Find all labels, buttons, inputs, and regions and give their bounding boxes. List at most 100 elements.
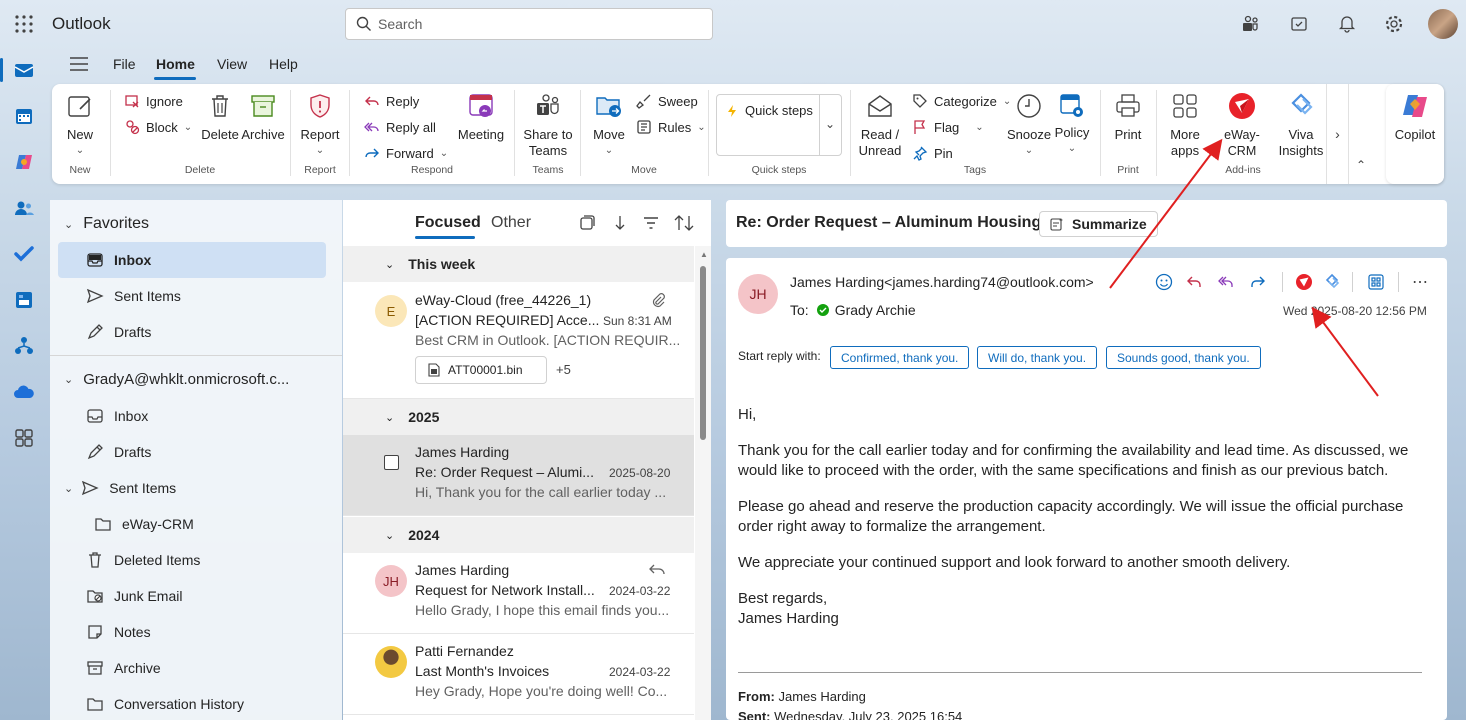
folder-drafts[interactable]: Drafts xyxy=(50,434,342,470)
tab-help[interactable]: Help xyxy=(269,56,298,72)
rules-button[interactable]: Rules ⌄ xyxy=(636,119,706,135)
folder-eway-crm[interactable]: eWay-CRM xyxy=(50,506,342,542)
copilot-button[interactable]: Copilot xyxy=(1386,84,1444,184)
list-item-selected[interactable]: James Harding Re: Order Request – Alumi.… xyxy=(343,435,694,516)
list-item[interactable]: Patti Fernandez Last Month's Invoices 20… xyxy=(343,634,694,715)
list-item[interactable]: JH James Harding Request for Network Ins… xyxy=(343,553,694,634)
tab-file[interactable]: File xyxy=(113,56,136,72)
viva-insights-button[interactable]: Viva Insights xyxy=(1278,92,1324,159)
new-button[interactable]: New ⌄ xyxy=(62,92,98,159)
folder-archive[interactable]: Archive xyxy=(50,650,342,686)
ribbon-scroll-right-chevron-icon[interactable]: › xyxy=(1326,84,1348,184)
folder-favorites-inbox[interactable]: Inbox xyxy=(58,242,326,278)
scroll-up-arrow-icon[interactable]: ▲ xyxy=(700,250,708,259)
hamburger-menu-icon[interactable] xyxy=(70,57,88,71)
quick-reply-sounds-good[interactable]: Sounds good, thank you. xyxy=(1106,346,1261,369)
summarize-button[interactable]: Summarize xyxy=(1039,211,1158,237)
move-button[interactable]: Move ⌄ xyxy=(590,92,628,159)
forward-button[interactable]: Forward ⌄ xyxy=(364,145,448,161)
folder-conversation-history[interactable]: Conversation History xyxy=(50,686,342,720)
reply-all-button[interactable]: Reply all xyxy=(364,119,436,135)
copilot-rail-icon[interactable] xyxy=(8,146,40,178)
folder-deleted-items[interactable]: Deleted Items xyxy=(50,542,342,578)
folder-inbox[interactable]: Inbox xyxy=(50,398,342,434)
more-options-ellipsis-icon[interactable]: ⋯ xyxy=(1410,272,1430,292)
chevron-down-icon[interactable]: ⌄ xyxy=(825,117,835,131)
search-box[interactable]: Search xyxy=(345,8,713,40)
sender-address[interactable]: James Harding<james.harding74@outlook.co… xyxy=(790,274,1094,290)
bell-icon[interactable] xyxy=(1337,13,1357,33)
calendar-icon[interactable] xyxy=(8,100,40,132)
eway-crm-button[interactable]: eWay-CRM xyxy=(1210,92,1274,159)
collapse-ribbon-chevron-up-icon[interactable]: ⌃ xyxy=(1356,158,1366,172)
reply-all-icon[interactable] xyxy=(1216,272,1236,292)
teams-icon[interactable] xyxy=(1240,14,1260,34)
list-section-header[interactable]: ⌄ 2025 xyxy=(343,399,694,435)
emoji-react-icon[interactable] xyxy=(1154,272,1174,292)
policy-button[interactable]: Policy ⌄ xyxy=(1052,92,1092,157)
categorize-button[interactable]: Categorize ⌄ xyxy=(912,93,1011,109)
eway-crm-icon[interactable] xyxy=(1294,272,1314,292)
viva-insights-icon[interactable] xyxy=(1322,272,1342,292)
settings-gear-icon[interactable] xyxy=(1384,14,1404,34)
snooze-button[interactable]: Snooze ⌄ xyxy=(1007,92,1051,159)
mail-icon[interactable] xyxy=(8,54,40,86)
print-button[interactable]: Print xyxy=(1108,92,1148,143)
apps-grid-icon[interactable] xyxy=(1366,272,1386,292)
folder-sent-items[interactable]: ⌄ Sent Items xyxy=(50,470,342,506)
tab-focused[interactable]: Focused xyxy=(415,214,481,232)
sender-avatar[interactable]: JH xyxy=(738,274,778,314)
todo-check-icon[interactable] xyxy=(8,238,40,270)
people-icon[interactable] xyxy=(8,192,40,224)
more-attachments-count[interactable]: +5 xyxy=(556,362,571,377)
list-section-header[interactable]: ⌄ This week xyxy=(343,246,694,282)
quick-steps-gallery[interactable]: Quick steps ⌄ xyxy=(716,94,842,156)
meeting-button[interactable]: Meeting xyxy=(456,92,506,143)
user-avatar[interactable] xyxy=(1428,9,1458,39)
folder-junk-email[interactable]: Junk Email xyxy=(50,578,342,614)
delete-button[interactable]: Delete xyxy=(201,92,239,143)
list-item[interactable]: E eWay-Cloud (free_44226_1) [ACTION REQU… xyxy=(343,282,694,399)
jump-to-icon[interactable] xyxy=(611,214,627,232)
sort-icon[interactable] xyxy=(674,214,694,232)
forward-icon[interactable] xyxy=(1248,272,1268,292)
chevron-down-icon[interactable]: ⌄ xyxy=(64,482,73,495)
block-button[interactable]: Block ⌄ xyxy=(124,119,192,135)
report-button[interactable]: Report ⌄ xyxy=(300,92,340,159)
sweep-button[interactable]: Sweep xyxy=(636,93,698,109)
org-explorer-icon[interactable] xyxy=(8,330,40,362)
ignore-button[interactable]: Ignore xyxy=(124,93,183,109)
more-apps-button[interactable]: More apps xyxy=(1164,92,1206,159)
quick-steps-item[interactable]: Quick steps xyxy=(725,103,813,118)
app-launcher-icon[interactable] xyxy=(14,14,34,34)
flag-button[interactable]: Flag ⌄ xyxy=(912,119,984,135)
read-unread-button[interactable]: Read / Unread xyxy=(858,92,902,159)
recipient-name[interactable]: Grady Archie xyxy=(835,302,916,318)
filter-icon[interactable] xyxy=(643,215,659,231)
list-section-header[interactable]: ⌄ 2024 xyxy=(343,517,694,553)
folder-notes[interactable]: Notes xyxy=(50,614,342,650)
attachment-chip[interactable]: ATT00001.bin xyxy=(415,356,547,384)
tab-home[interactable]: Home xyxy=(156,56,195,72)
favorites-header[interactable]: ⌄ Favorites xyxy=(50,206,342,242)
notes-edit-icon[interactable] xyxy=(1289,14,1309,34)
share-to-teams-button[interactable]: Share to Teams xyxy=(522,92,574,159)
pin-button[interactable]: Pin xyxy=(912,145,953,161)
quick-reply-will-do[interactable]: Will do, thank you. xyxy=(977,346,1098,369)
scrollbar-track[interactable]: ▲ xyxy=(695,246,711,720)
scrollbar-thumb[interactable] xyxy=(700,266,706,440)
tab-other[interactable]: Other xyxy=(491,214,531,232)
quick-reply-confirmed[interactable]: Confirmed, thank you. xyxy=(830,346,970,369)
archive-button[interactable]: Archive xyxy=(241,92,285,143)
folder-favorites-sent[interactable]: Sent Items xyxy=(50,278,342,314)
select-checkbox[interactable] xyxy=(384,455,399,470)
reply-icon[interactable] xyxy=(1184,272,1204,292)
tab-view[interactable]: View xyxy=(217,56,247,72)
select-mode-icon[interactable] xyxy=(579,215,595,231)
bookings-icon[interactable] xyxy=(8,284,40,316)
folder-favorites-drafts[interactable]: Drafts xyxy=(50,314,342,350)
reply-button[interactable]: Reply xyxy=(364,93,419,109)
onedrive-icon[interactable] xyxy=(8,376,40,408)
account-header[interactable]: ⌄ GradyA@whklt.onmicrosoft.c... xyxy=(50,361,342,397)
more-apps-rail-icon[interactable] xyxy=(8,422,40,454)
